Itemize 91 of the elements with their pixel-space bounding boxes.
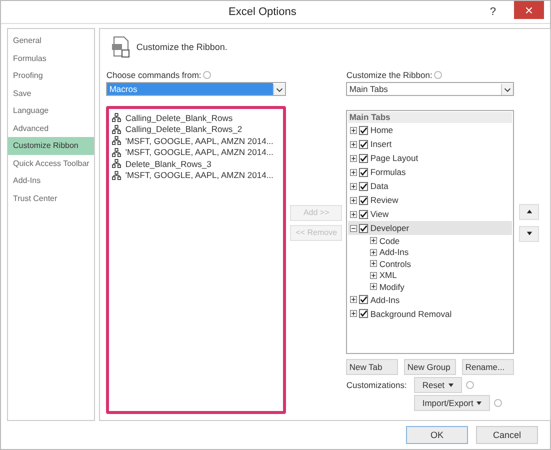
macro-item[interactable]: Delete_Blank_Rows_3: [112, 158, 280, 170]
collapse-icon[interactable]: [350, 224, 358, 232]
info-icon: [494, 399, 502, 407]
macro-item[interactable]: 'MSFT, GOOGLE, AAPL, AMZN 2014...: [112, 135, 280, 146]
arrow-up-icon: [526, 208, 533, 215]
tree-item[interactable]: Home: [348, 123, 512, 137]
expand-icon[interactable]: [350, 210, 358, 218]
tree-item[interactable]: Add-Ins: [348, 246, 512, 258]
close-button[interactable]: ×: [514, 1, 544, 19]
expand-icon[interactable]: [370, 260, 378, 268]
hierarchy-icon: [112, 113, 122, 122]
expand-icon[interactable]: [350, 196, 358, 204]
checkbox[interactable]: [359, 126, 368, 134]
tree-item[interactable]: Add-Ins: [348, 292, 512, 306]
ribbon-button[interactable]: Rename...: [462, 359, 514, 375]
tree-item[interactable]: View: [348, 207, 512, 221]
ribbon-button[interactable]: New Group: [404, 359, 456, 375]
customizations-label: Customizations:: [346, 380, 408, 390]
chevron-down-icon: [273, 84, 286, 94]
info-icon: [466, 381, 474, 389]
sidebar-item[interactable]: Trust Center: [8, 190, 94, 207]
expand-icon[interactable]: [350, 140, 358, 148]
tree-header: Main Tabs: [348, 112, 512, 123]
tree-item[interactable]: Data: [348, 179, 512, 193]
info-icon: [434, 71, 442, 79]
chevron-down-icon: [501, 84, 514, 94]
macro-item[interactable]: 'MSFT, GOOGLE, AAPL, AMZN 2014...: [112, 170, 280, 181]
tree-item[interactable]: Code: [348, 235, 512, 246]
sidebar-item[interactable]: Quick Access Toolbar: [8, 154, 94, 172]
hierarchy-icon: [112, 159, 122, 168]
caret-down-icon: [476, 400, 482, 406]
checkbox[interactable]: [359, 140, 368, 148]
sidebar-item[interactable]: Customize Ribbon: [8, 137, 94, 154]
checkbox[interactable]: [359, 295, 368, 304]
expand-icon[interactable]: [350, 310, 358, 317]
expand-icon[interactable]: [350, 182, 358, 190]
import-export-button[interactable]: Import/Export: [414, 395, 490, 411]
tree-item[interactable]: Page Layout: [348, 151, 512, 165]
arrow-down-icon: [526, 230, 533, 237]
checkbox[interactable]: [359, 182, 368, 190]
reset-button[interactable]: Reset: [414, 377, 462, 393]
info-icon: [203, 71, 212, 79]
caret-down-icon: [448, 382, 454, 388]
tree-item[interactable]: Modify: [348, 281, 512, 292]
move-down-button[interactable]: [519, 226, 540, 242]
move-up-button[interactable]: [519, 204, 540, 220]
expand-icon[interactable]: [350, 126, 358, 134]
help-button[interactable]: ?: [484, 5, 502, 19]
sidebar-item[interactable]: Formulas: [8, 50, 94, 67]
tree-item[interactable]: XML: [348, 270, 512, 281]
tree-item[interactable]: Controls: [348, 258, 512, 270]
sidebar-item[interactable]: Proofing: [8, 67, 94, 84]
sidebar-item[interactable]: Add-Ins: [8, 172, 94, 190]
checkbox[interactable]: [359, 196, 368, 204]
checkbox[interactable]: [359, 224, 368, 232]
sidebar-item[interactable]: Advanced: [8, 120, 94, 137]
ribbon-dropdown[interactable]: Main Tabs: [346, 82, 514, 96]
sidebar-item[interactable]: Save: [8, 84, 94, 102]
window-title: Excel Options: [228, 6, 298, 18]
tree-item[interactable]: Formulas: [348, 165, 512, 179]
expand-icon[interactable]: [350, 154, 358, 162]
macro-item[interactable]: 'MSFT, GOOGLE, AAPL, AMZN 2014...: [112, 146, 280, 158]
tree-item[interactable]: Review: [348, 193, 512, 207]
checkbox[interactable]: [359, 309, 368, 318]
document-icon: [110, 36, 132, 58]
sidebar-item[interactable]: Language: [8, 102, 94, 120]
expand-icon[interactable]: [370, 283, 378, 290]
dialog-button[interactable]: OK: [406, 426, 468, 444]
expand-icon[interactable]: [350, 296, 358, 303]
field-label: Customize the Ribbon:: [346, 70, 432, 80]
expand-icon[interactable]: [370, 237, 378, 244]
tree-item[interactable]: Insert: [348, 137, 512, 151]
expand-icon[interactable]: [350, 168, 358, 176]
hierarchy-icon: [112, 124, 122, 134]
section-title: Customize the Ribbon.: [136, 42, 228, 52]
field-label: Choose commands from:: [106, 70, 202, 80]
expand-icon[interactable]: [370, 272, 378, 279]
checkbox[interactable]: [359, 210, 368, 218]
sidebar-item[interactable]: General: [8, 32, 94, 50]
tree-item[interactable]: Background Removal: [348, 306, 512, 320]
checkbox[interactable]: [359, 168, 368, 176]
ribbon-button[interactable]: New Tab: [346, 359, 398, 375]
macro-item[interactable]: Calling_Delete_Blank_Rows: [112, 112, 280, 124]
hierarchy-icon: [112, 148, 122, 157]
hierarchy-icon: [112, 136, 122, 146]
macro-item[interactable]: Calling_Delete_Blank_Rows_2: [112, 124, 280, 135]
checkbox[interactable]: [359, 154, 368, 162]
hierarchy-icon: [112, 170, 122, 180]
expand-icon[interactable]: [370, 248, 378, 256]
dialog-button[interactable]: Cancel: [476, 426, 538, 444]
tree-item[interactable]: Developer: [348, 221, 512, 235]
